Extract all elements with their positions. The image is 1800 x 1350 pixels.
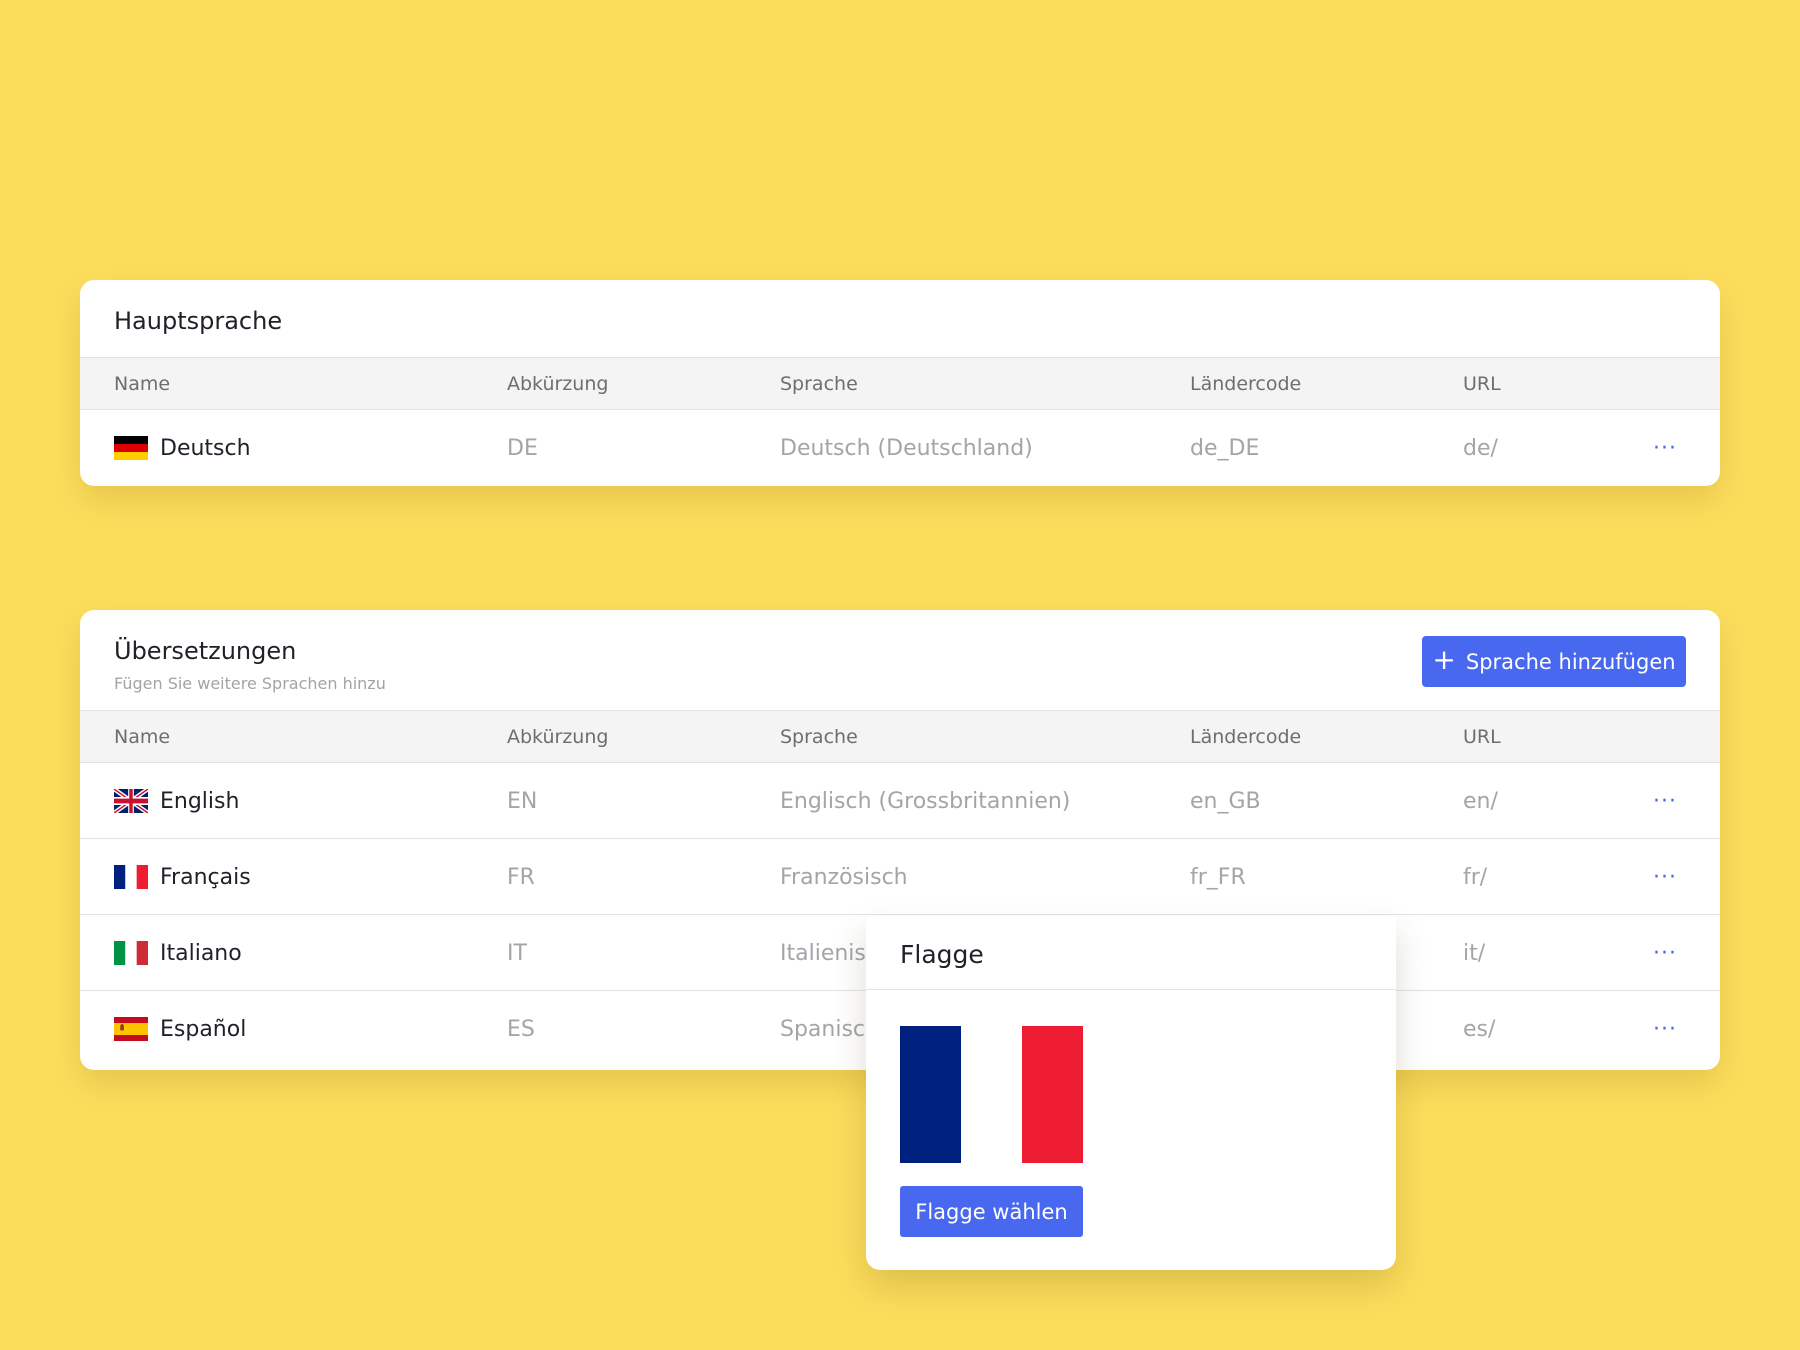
language-abbreviation: IT <box>507 940 527 966</box>
flag-picker-popover: Flagge Flagge wählen <box>866 916 1396 1270</box>
more-options-icon[interactable]: ··· <box>1650 433 1680 463</box>
language-abbreviation: ES <box>507 1016 535 1042</box>
column-header-name: Name <box>114 726 171 748</box>
translations-header: Übersetzungen Fügen Sie weitere Sprachen… <box>80 610 1720 711</box>
add-language-button[interactable]: + Sprache hinzufügen <box>1422 636 1686 687</box>
language-name-cell: Français <box>114 839 251 915</box>
column-header-language: Sprache <box>780 373 858 395</box>
language-name: Español <box>160 1016 247 1042</box>
add-language-label: Sprache hinzufügen <box>1465 649 1676 674</box>
column-header-language: Sprache <box>780 726 858 748</box>
main-language-title: Hauptsprache <box>114 307 283 335</box>
language-country-code: de_DE <box>1190 435 1260 461</box>
language-abbreviation: EN <box>507 788 538 814</box>
language-url: en/ <box>1463 788 1498 814</box>
language-abbreviation: DE <box>507 435 538 461</box>
table-row: English EN Englisch (Grossbritannien) en… <box>80 763 1720 839</box>
language-full-name: Deutsch (Deutschland) <box>780 435 1033 461</box>
translations-subtitle: Fügen Sie weitere Sprachen hinzu <box>114 674 386 693</box>
more-options-icon[interactable]: ··· <box>1650 786 1680 816</box>
main-language-card: Hauptsprache Name Abkürzung Sprache Länd… <box>80 280 1720 486</box>
column-header-country-code: Ländercode <box>1190 726 1302 748</box>
language-url: fr/ <box>1463 864 1488 890</box>
choose-flag-button[interactable]: Flagge wählen <box>900 1186 1083 1237</box>
france-flag-icon <box>900 1026 1083 1163</box>
language-name: Français <box>160 864 251 890</box>
language-name: English <box>160 788 240 814</box>
language-name-cell: Deutsch <box>114 410 251 486</box>
table-row: Deutsch DE Deutsch (Deutschland) de_DE d… <box>80 410 1720 486</box>
germany-flag-icon[interactable] <box>114 436 148 460</box>
column-header-name: Name <box>114 373 171 395</box>
flag-picker-title: Flagge <box>900 940 984 969</box>
language-url: it/ <box>1463 940 1486 966</box>
column-header-abbreviation: Abkürzung <box>507 373 609 395</box>
column-header-url: URL <box>1463 726 1501 748</box>
main-language-header: Hauptsprache <box>80 280 1720 358</box>
language-country-code: en_GB <box>1190 788 1261 814</box>
more-options-icon[interactable]: ··· <box>1650 938 1680 968</box>
language-full-name: Französisch <box>780 864 908 890</box>
language-name-cell: Italiano <box>114 915 242 991</box>
language-url: de/ <box>1463 435 1498 461</box>
language-full-name: Englisch (Grossbritannien) <box>780 788 1071 814</box>
language-name-cell: Español <box>114 991 246 1067</box>
more-options-icon[interactable]: ··· <box>1650 1014 1680 1044</box>
italy-flag-icon[interactable] <box>114 941 148 965</box>
language-country-code: fr_FR <box>1190 864 1246 890</box>
spain-flag-icon[interactable] <box>114 1017 148 1041</box>
plus-icon: + <box>1432 643 1456 676</box>
language-name-cell: English <box>114 763 239 839</box>
language-full-name: Spanisch <box>780 1016 879 1042</box>
flag-picker-header: Flagge <box>866 916 1396 990</box>
france-flag-icon[interactable] <box>114 865 148 889</box>
main-language-table-header: Name Abkürzung Sprache Ländercode URL <box>80 358 1720 410</box>
column-header-url: URL <box>1463 373 1501 395</box>
language-name: Italiano <box>160 940 242 966</box>
column-header-abbreviation: Abkürzung <box>507 726 609 748</box>
column-header-country-code: Ländercode <box>1190 373 1302 395</box>
language-abbreviation: FR <box>507 864 535 890</box>
more-options-icon[interactable]: ··· <box>1650 862 1680 892</box>
translations-table-header: Name Abkürzung Sprache Ländercode URL <box>80 711 1720 763</box>
translations-title: Übersetzungen <box>114 637 297 665</box>
language-name: Deutsch <box>160 435 251 461</box>
language-url: es/ <box>1463 1016 1496 1042</box>
table-row: Français FR Französisch fr_FR fr/ ··· <box>80 839 1720 915</box>
uk-flag-icon[interactable] <box>114 789 148 813</box>
